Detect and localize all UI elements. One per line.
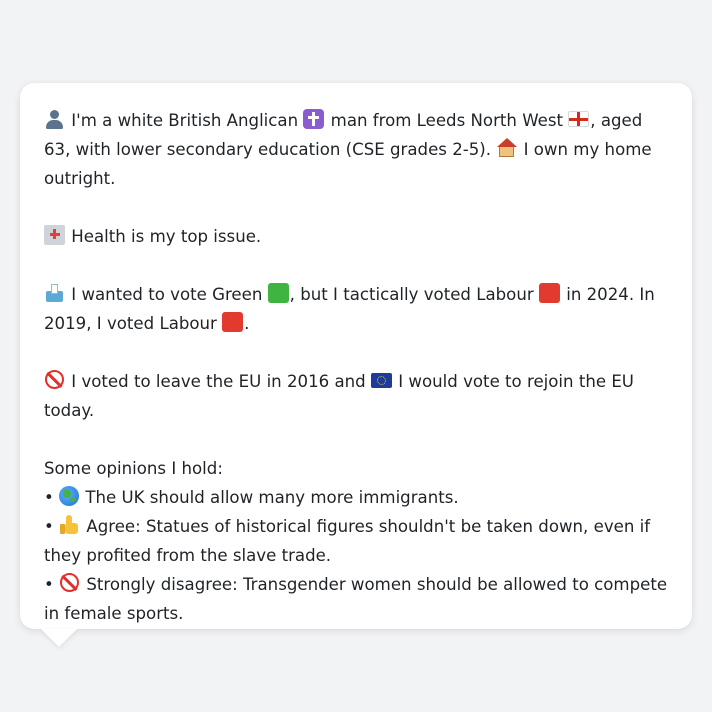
voting-text-2: , but I tactically voted Labour bbox=[289, 285, 539, 304]
red-square-icon bbox=[538, 283, 560, 303]
list-item: • The UK should allow many more immigran… bbox=[44, 483, 670, 512]
top-issue-text: Health is my top issue. bbox=[66, 227, 262, 246]
list-item: • Agree: Statues of historical figures s… bbox=[44, 512, 670, 570]
identity-text-2: man from Leeds North West bbox=[325, 111, 569, 130]
prohibited-icon bbox=[44, 370, 65, 390]
opinion-text: The UK should allow many more immigrants… bbox=[80, 488, 459, 507]
england-flag-icon bbox=[568, 111, 590, 127]
opinions-paragraph: Some opinions I hold: • The UK should al… bbox=[44, 454, 670, 628]
hospital-icon bbox=[44, 225, 65, 245]
identity-text-1: I'm a white British Anglican bbox=[66, 111, 304, 130]
bubble-tail bbox=[41, 629, 77, 647]
list-item: • Strongly disagree: Transgender women s… bbox=[44, 570, 670, 628]
bullet: • bbox=[44, 517, 54, 536]
top-issue-paragraph: Health is my top issue. bbox=[44, 222, 670, 251]
voting-paragraph: I wanted to vote Green , but I tacticall… bbox=[44, 280, 670, 338]
house-icon bbox=[496, 138, 518, 158]
identity-paragraph: I'm a white British Anglican man from Le… bbox=[44, 106, 670, 193]
bullet: • bbox=[44, 488, 54, 507]
opinion-text: Agree: Statues of historical figures sho… bbox=[44, 517, 651, 565]
message-bubble: I'm a white British Anglican man from Le… bbox=[20, 83, 692, 629]
opinion-text: Strongly disagree: Transgender women sho… bbox=[44, 575, 668, 623]
thumbs-up-icon bbox=[59, 515, 80, 535]
globe-icon bbox=[59, 486, 80, 506]
opinions-heading: Some opinions I hold: bbox=[44, 459, 223, 478]
ballot-box-icon bbox=[44, 283, 65, 303]
eu-paragraph: I voted to leave the EU in 2016 and I wo… bbox=[44, 367, 670, 425]
latin-cross-icon bbox=[303, 109, 325, 129]
eu-flag-icon bbox=[370, 373, 392, 388]
green-square-icon bbox=[267, 283, 289, 303]
bullet: • bbox=[44, 575, 54, 594]
eu-text-1: I voted to leave the EU in 2016 and bbox=[66, 372, 371, 391]
prohibited-icon bbox=[59, 573, 80, 593]
person-icon bbox=[44, 109, 65, 129]
voting-text-1: I wanted to vote Green bbox=[66, 285, 268, 304]
red-square-icon bbox=[222, 312, 244, 332]
voting-text-4: . bbox=[244, 314, 250, 333]
